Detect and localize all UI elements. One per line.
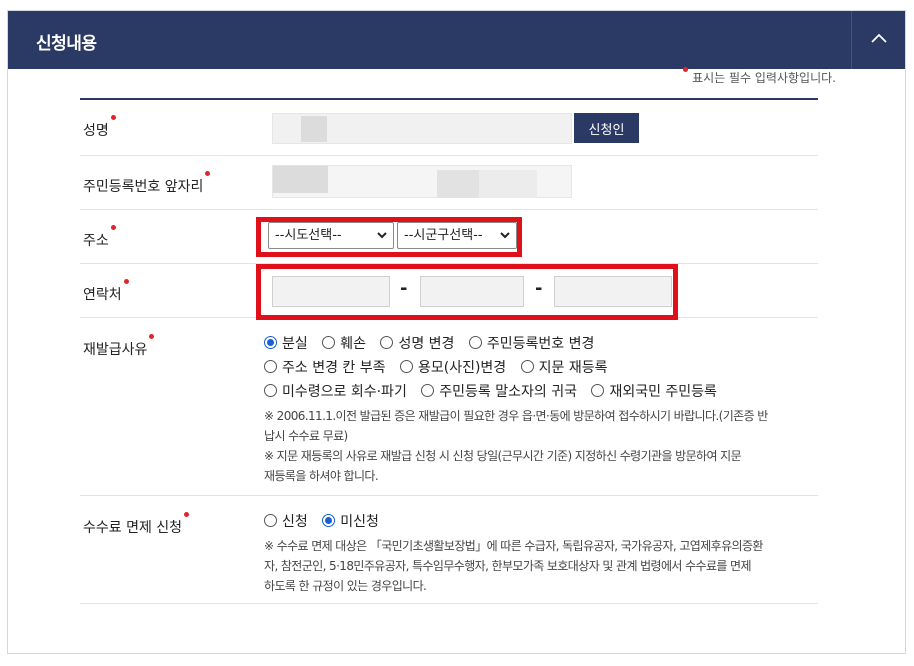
- row-name: 성명 신청인: [80, 100, 818, 156]
- radio-icon: [591, 384, 605, 397]
- phone-separator: -: [535, 278, 543, 299]
- row-fee-exemption: 수수료 면제 신청 신청 미신청 ※ 수수료 면제 대상은 「국민기초생활보장법…: [80, 496, 818, 604]
- row-address: 주소 --시도선택-- --시군구선택--: [80, 210, 818, 264]
- address-label: 주소: [83, 225, 116, 250]
- row-reissue-reason: 재발급사유 분실 훼손 성명 변경 주민등록번호 변경 주소 변경 칸 부족 용…: [80, 318, 818, 496]
- applicant-button[interactable]: 신청인: [574, 113, 639, 143]
- required-dot-icon: [683, 67, 689, 72]
- phone-part3-input[interactable]: [554, 276, 672, 307]
- reason-option-overseas[interactable]: 재외국민 주민등록: [591, 381, 717, 401]
- radio-icon: [264, 514, 277, 527]
- fee-option-apply[interactable]: 신청: [264, 511, 308, 531]
- rrn-field[interactable]: [272, 165, 572, 198]
- reason-options-line1: 분실 훼손 성명 변경 주민등록번호 변경: [264, 333, 604, 353]
- reason-option-name-change[interactable]: 성명 변경: [380, 333, 454, 353]
- required-dot-icon: [149, 334, 155, 339]
- chevron-down-icon: [377, 232, 387, 239]
- phone-part2-input[interactable]: [420, 276, 524, 307]
- required-dot-icon: [205, 171, 211, 176]
- phone-part1-input[interactable]: [272, 276, 390, 307]
- phone-separator: -: [400, 278, 408, 299]
- panel-title: 신청내용: [36, 34, 97, 54]
- reason-label: 재발급사유: [83, 334, 155, 359]
- radio-icon: [380, 336, 394, 349]
- radio-icon: [520, 360, 534, 373]
- fee-note: ※ 수수료 면제 대상은 「국민기초생활보장법」에 따른 수급자, 독립유공자,…: [264, 539, 763, 593]
- reason-option-address-full[interactable]: 주소 변경 칸 부족: [264, 357, 386, 377]
- required-dot-icon: [123, 279, 129, 284]
- fee-options: 신청 미신청: [264, 511, 389, 531]
- radio-checked-icon: [264, 336, 277, 349]
- required-note-text: 표시는 필수 입력사항입니다.: [692, 71, 836, 85]
- sigungu-select[interactable]: --시군구선택--: [397, 222, 517, 249]
- row-phone: 연락처 - -: [80, 264, 818, 320]
- reason-option-rrn-change[interactable]: 주민등록번호 변경: [468, 333, 594, 353]
- radio-icon: [468, 336, 482, 349]
- reason-option-damaged[interactable]: 훼손: [322, 333, 366, 353]
- chevron-down-icon: [500, 232, 510, 239]
- reason-options-line2: 주소 변경 칸 부족 용모(사진)변경 지문 재등록: [264, 357, 618, 377]
- required-note: 표시는 필수 입력사항입니다.: [683, 67, 836, 86]
- rrn-label: 주민등록번호 앞자리: [83, 171, 211, 196]
- reason-option-unreceived[interactable]: 미수령으로 회수·파기: [264, 381, 407, 401]
- fee-option-not-apply[interactable]: 미신청: [322, 511, 379, 531]
- reason-option-photo-change[interactable]: 용모(사진)변경: [399, 357, 506, 377]
- reason-option-lost[interactable]: 분실: [264, 333, 308, 353]
- fee-label: 수수료 면제 신청: [83, 512, 190, 537]
- radio-icon: [264, 384, 277, 397]
- reason-option-fingerprint[interactable]: 지문 재등록: [520, 357, 608, 377]
- reason-note: ※ 2006.11.1.이전 발급된 증은 재발급이 필요한 경우 읍·면·동에…: [264, 409, 768, 483]
- required-dot-icon: [110, 115, 116, 120]
- phone-label: 연락처: [83, 279, 129, 304]
- collapse-button[interactable]: [851, 11, 905, 69]
- radio-icon: [399, 360, 413, 373]
- chevron-up-icon: [871, 33, 887, 43]
- radio-icon: [322, 336, 336, 349]
- panel-header: 신청내용: [8, 11, 905, 69]
- name-label: 성명: [83, 115, 116, 140]
- application-form: 성명 신청인 주민등록번호 앞자리 주소 --시도선택-- --시군구선택-- …: [80, 98, 818, 604]
- reason-options-line3: 미수령으로 회수·파기 주민등록 말소자의 귀국 재외국민 주민등록: [264, 381, 727, 401]
- required-dot-icon: [184, 512, 190, 517]
- sido-select[interactable]: --시도선택--: [268, 222, 394, 249]
- reason-option-return[interactable]: 주민등록 말소자의 귀국: [421, 381, 577, 401]
- radio-icon: [421, 384, 435, 397]
- radio-icon: [264, 360, 277, 373]
- required-dot-icon: [110, 225, 116, 230]
- radio-checked-icon: [322, 514, 336, 527]
- row-rrn: 주민등록번호 앞자리: [80, 156, 818, 210]
- name-field[interactable]: [272, 113, 572, 144]
